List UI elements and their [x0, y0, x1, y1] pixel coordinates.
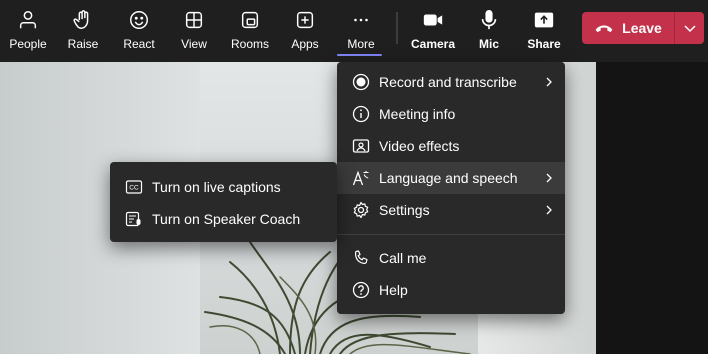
more-menu: Record and transcribe Meeting info Video…	[337, 62, 565, 314]
raise-button[interactable]: Raise	[55, 6, 111, 52]
people-button[interactable]: People	[0, 6, 56, 52]
camera-label: Camera	[410, 37, 456, 51]
view-button[interactable]: View	[166, 6, 222, 52]
menu-item-label: Call me	[379, 250, 427, 266]
grid-view-icon	[185, 11, 203, 29]
leave-label: Leave	[622, 20, 662, 36]
menu-item-video-effects[interactable]: Video effects	[337, 130, 565, 162]
rooms-icon	[241, 11, 259, 29]
more-button[interactable]: More	[333, 6, 389, 52]
meeting-toolbar: People Raise React View Rooms Apps More …	[0, 0, 708, 58]
menu-item-label: Settings	[379, 202, 430, 218]
menu-item-record-and-transcribe[interactable]: Record and transcribe	[337, 66, 565, 98]
submenu-item-live-captions[interactable]: CC Turn on live captions	[110, 171, 337, 203]
hang-up-icon	[595, 25, 613, 33]
plus-square-icon	[296, 11, 314, 29]
camera-button[interactable]: Camera	[405, 6, 461, 52]
raise-hand-icon	[73, 10, 89, 29]
cc-icon: CC	[125, 178, 143, 196]
react-button[interactable]: React	[111, 6, 167, 52]
people-label: People	[9, 37, 47, 51]
mic-icon	[481, 10, 497, 30]
ellipsis-icon	[354, 18, 368, 22]
react-label: React	[123, 37, 155, 51]
chevron-right-icon	[546, 173, 552, 183]
gear-icon	[352, 201, 370, 219]
raise-label: Raise	[67, 37, 99, 51]
submenu-item-label: Turn on Speaker Coach	[152, 211, 301, 227]
phone-icon	[352, 249, 370, 267]
language-and-speech-submenu: CC Turn on live captions Turn on Speaker…	[110, 162, 337, 242]
people-icon	[19, 11, 37, 29]
mic-button[interactable]: Mic	[461, 6, 517, 52]
submenu-item-label: Turn on live captions	[152, 179, 281, 195]
side-panel-dark	[596, 62, 708, 354]
chevron-right-icon	[546, 205, 552, 215]
more-active-indicator	[337, 54, 382, 56]
speaker-coach-icon	[125, 210, 143, 228]
share-icon	[534, 12, 554, 28]
info-icon	[352, 105, 370, 123]
camera-icon	[423, 14, 443, 26]
chevron-right-icon	[546, 77, 552, 87]
menu-item-call-me[interactable]: Call me	[337, 242, 565, 274]
rooms-button[interactable]: Rooms	[222, 6, 278, 52]
menu-item-label: Language and speech	[379, 170, 518, 186]
help-icon	[352, 281, 370, 299]
menu-divider	[337, 234, 565, 235]
menu-item-settings[interactable]: Settings	[337, 194, 565, 226]
submenu-item-speaker-coach[interactable]: Turn on Speaker Coach	[110, 203, 337, 235]
smiley-icon	[130, 11, 148, 29]
rooms-label: Rooms	[230, 37, 269, 51]
menu-item-label: Help	[379, 282, 408, 298]
language-icon	[352, 169, 370, 187]
chevron-down-icon	[683, 25, 696, 33]
leave-button[interactable]: Leave	[582, 12, 674, 44]
more-label: More	[347, 37, 375, 51]
toolbar-divider	[396, 12, 398, 44]
share-button[interactable]: Share	[516, 6, 572, 52]
menu-item-help[interactable]: Help	[337, 274, 565, 306]
svg-text:CC: CC	[129, 185, 139, 192]
share-label: Share	[527, 37, 561, 51]
record-icon	[352, 73, 370, 91]
menu-item-label: Record and transcribe	[379, 74, 517, 90]
menu-item-label: Meeting info	[379, 106, 456, 122]
menu-item-label: Video effects	[379, 138, 460, 154]
menu-item-language-and-speech[interactable]: Language and speech	[337, 162, 565, 194]
video-effects-icon	[352, 137, 370, 155]
mic-label: Mic	[478, 37, 499, 51]
leave-options-button[interactable]	[675, 12, 704, 44]
apps-button[interactable]: Apps	[277, 6, 333, 52]
view-label: View	[181, 37, 207, 51]
menu-item-meeting-info[interactable]: Meeting info	[337, 98, 565, 130]
apps-label: Apps	[291, 37, 319, 51]
